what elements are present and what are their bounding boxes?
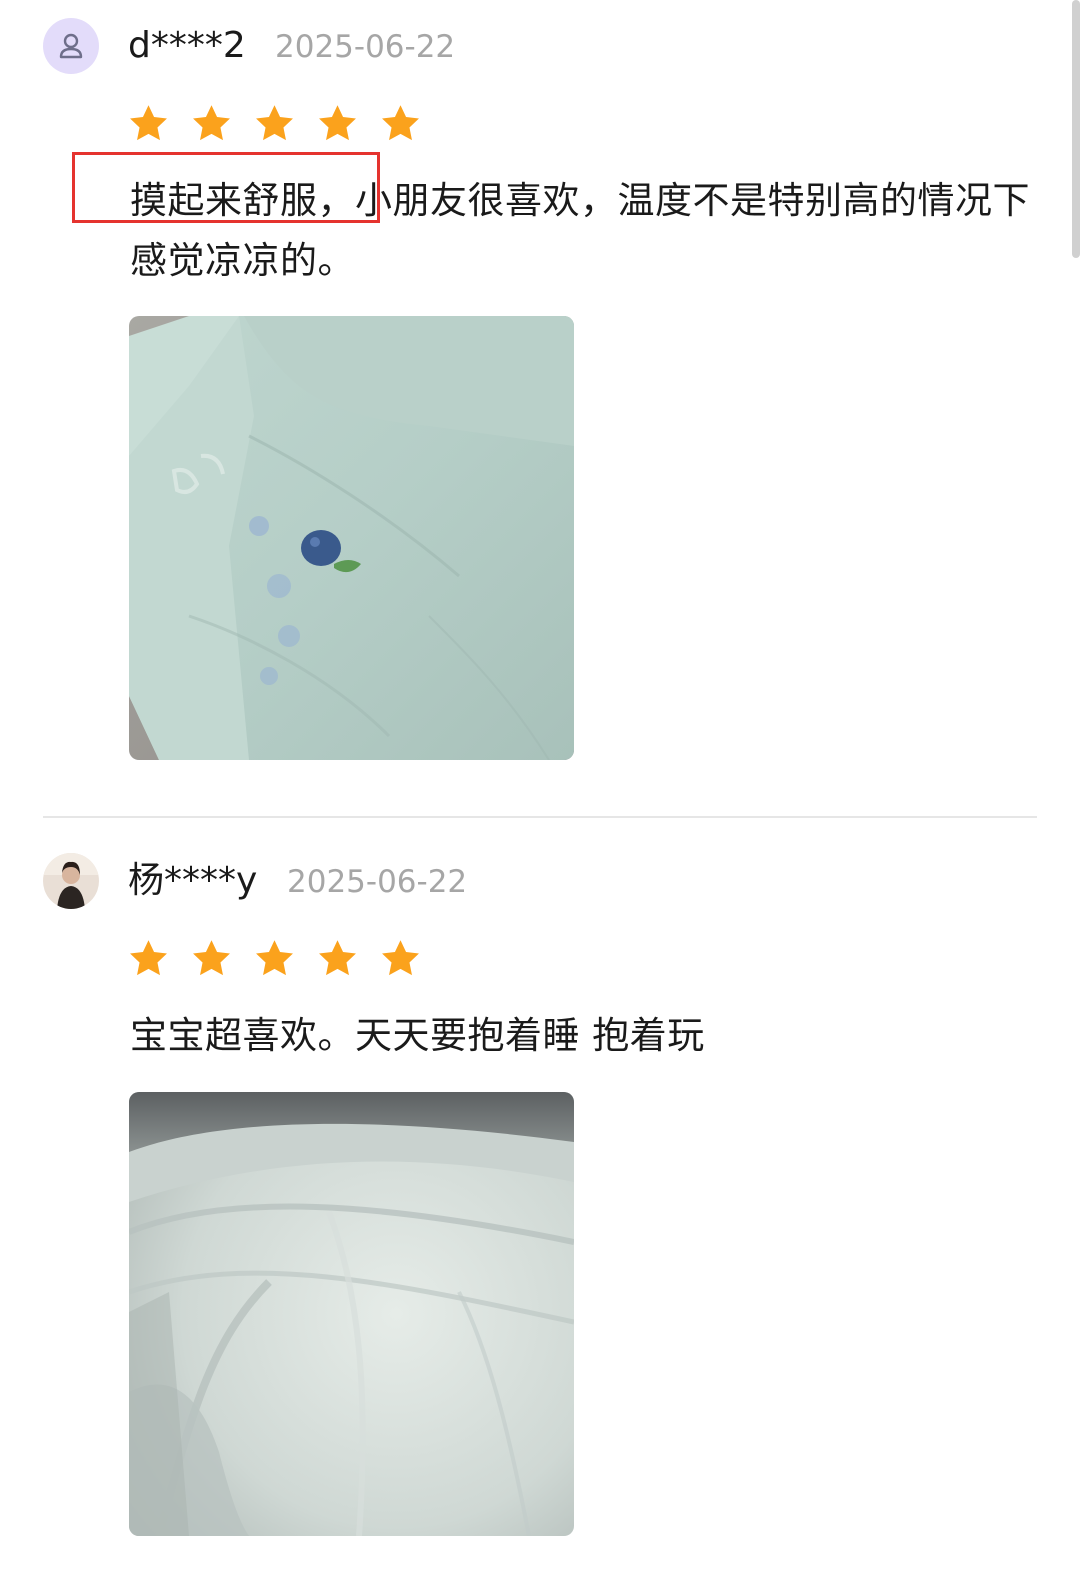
star-icon [130, 940, 167, 976]
blanket-photo [129, 1092, 574, 1536]
username: 杨****y [128, 860, 258, 901]
star-icon [382, 105, 419, 141]
highlight-annotation-box [72, 152, 380, 223]
blanket-photo [129, 316, 574, 760]
star-icon [193, 940, 230, 976]
profile-photo-icon [43, 853, 99, 909]
scrollbar[interactable] [1072, 0, 1080, 258]
star-icon [256, 105, 293, 141]
review-divider [43, 816, 1037, 818]
star-rating [127, 102, 422, 145]
star-rating [127, 937, 422, 980]
review-date: 2025-06-22 [287, 864, 468, 900]
star-icon [130, 105, 167, 141]
user-silhouette-icon [59, 33, 83, 59]
star-icon [319, 940, 356, 976]
review-photo[interactable] [129, 1092, 574, 1536]
star-icon [256, 940, 293, 976]
review-text: 宝宝超喜欢。天天要抱着睡 抱着玩 [130, 1014, 705, 1057]
review-photo[interactable] [129, 316, 574, 760]
star-icon [382, 940, 419, 976]
star-icon [319, 105, 356, 141]
review-date: 2025-06-22 [275, 29, 456, 65]
username: d****2 [128, 25, 246, 66]
star-icon [193, 105, 230, 141]
user-avatar[interactable] [43, 853, 99, 909]
user-avatar[interactable] [43, 18, 99, 74]
